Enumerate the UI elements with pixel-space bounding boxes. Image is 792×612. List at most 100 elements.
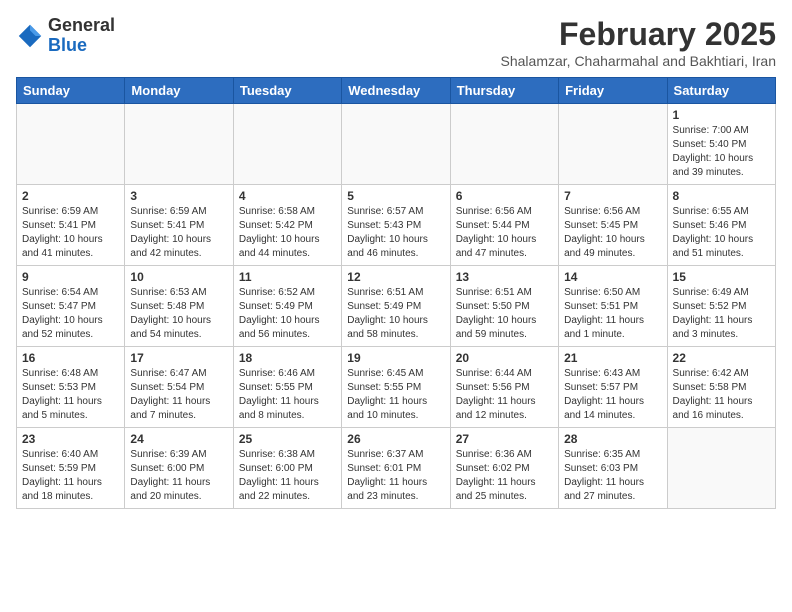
calendar-cell: 18Sunrise: 6:46 AM Sunset: 5:55 PM Dayli… xyxy=(233,347,341,428)
day-info: Sunrise: 6:43 AM Sunset: 5:57 PM Dayligh… xyxy=(564,367,661,423)
calendar-week-row: 1 Sunrise: 7:00 AM Sunset: 5:40 PM Daylig… xyxy=(17,104,776,185)
calendar-cell: 4 Sunrise: 6:58 AM Sunset: 5:42 PM Daylig… xyxy=(233,185,341,266)
page-title: February 2025 xyxy=(501,16,776,53)
calendar-week-row: 2 Sunrise: 6:59 AM Sunset: 5:41 PM Daylig… xyxy=(17,185,776,266)
calendar-week-row: 9 Sunrise: 6:54 AM Sunset: 5:47 PM Daylig… xyxy=(17,266,776,347)
day-number: 26 xyxy=(347,432,444,446)
weekday-header-wednesday: Wednesday xyxy=(342,78,450,104)
calendar-cell: 19 Sunrise: 6:45 AM Sunset: 5:55 PM Dayli… xyxy=(342,347,450,428)
calendar-cell: 23 Sunrise: 6:40 AM Sunset: 5:59 PM Dayli… xyxy=(17,428,125,509)
day-info: Sunrise: 6:51 AM Sunset: 5:50 PM Dayligh… xyxy=(456,286,553,342)
calendar-cell: 5 Sunrise: 6:57 AM Sunset: 5:43 PM Daylig… xyxy=(342,185,450,266)
day-info: Sunrise: 6:42 AM Sunset: 5:58 PM Dayligh… xyxy=(673,367,770,423)
day-number: 27 xyxy=(456,432,553,446)
calendar-week-row: 23 Sunrise: 6:40 AM Sunset: 5:59 PM Dayli… xyxy=(17,428,776,509)
calendar-cell xyxy=(450,104,558,185)
day-info: Sunrise: 6:45 AM Sunset: 5:55 PM Dayligh… xyxy=(347,367,444,423)
calendar-cell: 13 Sunrise: 6:51 AM Sunset: 5:50 PM Dayli… xyxy=(450,266,558,347)
day-info: Sunrise: 6:39 AM Sunset: 6:00 PM Dayligh… xyxy=(130,448,227,504)
logo-icon xyxy=(16,22,44,50)
day-info: Sunrise: 6:49 AM Sunset: 5:52 PM Dayligh… xyxy=(673,286,770,342)
calendar-cell: 17Sunrise: 6:47 AM Sunset: 5:54 PM Dayli… xyxy=(125,347,233,428)
day-number: 14 xyxy=(564,270,661,284)
title-block: February 2025 Shalamzar, Chaharmahal and… xyxy=(501,16,776,69)
calendar-cell: 1 Sunrise: 7:00 AM Sunset: 5:40 PM Daylig… xyxy=(667,104,775,185)
day-number: 22 xyxy=(673,351,770,365)
day-number: 3 xyxy=(130,189,227,203)
day-info: Sunrise: 6:44 AM Sunset: 5:56 PM Dayligh… xyxy=(456,367,553,423)
day-number: 12 xyxy=(347,270,444,284)
calendar-cell: 2 Sunrise: 6:59 AM Sunset: 5:41 PM Daylig… xyxy=(17,185,125,266)
day-info: Sunrise: 6:56 AM Sunset: 5:45 PM Dayligh… xyxy=(564,205,661,261)
calendar-cell xyxy=(667,428,775,509)
day-number: 2 xyxy=(22,189,119,203)
day-info: Sunrise: 6:56 AM Sunset: 5:44 PM Dayligh… xyxy=(456,205,553,261)
calendar-cell: 3 Sunrise: 6:59 AM Sunset: 5:41 PM Daylig… xyxy=(125,185,233,266)
calendar-cell xyxy=(17,104,125,185)
day-number: 8 xyxy=(673,189,770,203)
calendar-cell: 16 Sunrise: 6:48 AM Sunset: 5:53 PM Dayli… xyxy=(17,347,125,428)
day-number: 21 xyxy=(564,351,661,365)
calendar-cell: 8 Sunrise: 6:55 AM Sunset: 5:46 PM Daylig… xyxy=(667,185,775,266)
calendar-cell: 28 Sunrise: 6:35 AM Sunset: 6:03 PM Dayli… xyxy=(559,428,667,509)
calendar-cell xyxy=(559,104,667,185)
day-info: Sunrise: 7:00 AM Sunset: 5:40 PM Dayligh… xyxy=(673,124,770,180)
day-info: Sunrise: 6:35 AM Sunset: 6:03 PM Dayligh… xyxy=(564,448,661,504)
day-number: 28 xyxy=(564,432,661,446)
logo: General Blue xyxy=(16,16,115,56)
day-number: 24 xyxy=(130,432,227,446)
day-number: 10 xyxy=(130,270,227,284)
calendar-cell: 24 Sunrise: 6:39 AM Sunset: 6:00 PM Dayli… xyxy=(125,428,233,509)
day-info: Sunrise: 6:59 AM Sunset: 5:41 PM Dayligh… xyxy=(130,205,227,261)
day-number: 7 xyxy=(564,189,661,203)
calendar-cell: 12 Sunrise: 6:51 AM Sunset: 5:49 PM Dayli… xyxy=(342,266,450,347)
calendar-week-row: 16 Sunrise: 6:48 AM Sunset: 5:53 PM Dayli… xyxy=(17,347,776,428)
day-info: Sunrise: 6:40 AM Sunset: 5:59 PM Dayligh… xyxy=(22,448,119,504)
calendar-cell: 21 Sunrise: 6:43 AM Sunset: 5:57 PM Dayli… xyxy=(559,347,667,428)
calendar-cell: 25Sunrise: 6:38 AM Sunset: 6:00 PM Dayli… xyxy=(233,428,341,509)
day-number: 11 xyxy=(239,270,336,284)
day-number: 9 xyxy=(22,270,119,284)
calendar-cell: 11 Sunrise: 6:52 AM Sunset: 5:49 PM Dayli… xyxy=(233,266,341,347)
day-info: Sunrise: 6:57 AM Sunset: 5:43 PM Dayligh… xyxy=(347,205,444,261)
calendar-cell xyxy=(125,104,233,185)
day-number: 13 xyxy=(456,270,553,284)
calendar-cell: 22 Sunrise: 6:42 AM Sunset: 5:58 PM Dayli… xyxy=(667,347,775,428)
day-info: Sunrise: 6:50 AM Sunset: 5:51 PM Dayligh… xyxy=(564,286,661,342)
calendar-cell: 26Sunrise: 6:37 AM Sunset: 6:01 PM Dayli… xyxy=(342,428,450,509)
day-info: Sunrise: 6:59 AM Sunset: 5:41 PM Dayligh… xyxy=(22,205,119,261)
calendar-cell: 20Sunrise: 6:44 AM Sunset: 5:56 PM Dayli… xyxy=(450,347,558,428)
day-info: Sunrise: 6:38 AM Sunset: 6:00 PM Dayligh… xyxy=(239,448,336,504)
day-number: 15 xyxy=(673,270,770,284)
day-number: 5 xyxy=(347,189,444,203)
weekday-header-sunday: Sunday xyxy=(17,78,125,104)
calendar-cell xyxy=(342,104,450,185)
day-number: 4 xyxy=(239,189,336,203)
day-info: Sunrise: 6:52 AM Sunset: 5:49 PM Dayligh… xyxy=(239,286,336,342)
weekday-header-saturday: Saturday xyxy=(667,78,775,104)
weekday-header-thursday: Thursday xyxy=(450,78,558,104)
logo-text: General Blue xyxy=(48,16,115,56)
day-number: 16 xyxy=(22,351,119,365)
calendar-cell: 6 Sunrise: 6:56 AM Sunset: 5:44 PM Daylig… xyxy=(450,185,558,266)
day-info: Sunrise: 6:58 AM Sunset: 5:42 PM Dayligh… xyxy=(239,205,336,261)
day-info: Sunrise: 6:46 AM Sunset: 5:55 PM Dayligh… xyxy=(239,367,336,423)
calendar-cell: 9 Sunrise: 6:54 AM Sunset: 5:47 PM Daylig… xyxy=(17,266,125,347)
calendar-cell: 15 Sunrise: 6:49 AM Sunset: 5:52 PM Dayli… xyxy=(667,266,775,347)
day-info: Sunrise: 6:48 AM Sunset: 5:53 PM Dayligh… xyxy=(22,367,119,423)
calendar-cell xyxy=(233,104,341,185)
weekday-header-friday: Friday xyxy=(559,78,667,104)
weekday-header-row: SundayMondayTuesdayWednesdayThursdayFrid… xyxy=(17,78,776,104)
day-number: 6 xyxy=(456,189,553,203)
day-number: 23 xyxy=(22,432,119,446)
page-header: General Blue February 2025 Shalamzar, Ch… xyxy=(16,16,776,69)
day-info: Sunrise: 6:54 AM Sunset: 5:47 PM Dayligh… xyxy=(22,286,119,342)
calendar-cell: 10Sunrise: 6:53 AM Sunset: 5:48 PM Dayli… xyxy=(125,266,233,347)
calendar-cell: 27Sunrise: 6:36 AM Sunset: 6:02 PM Dayli… xyxy=(450,428,558,509)
day-info: Sunrise: 6:47 AM Sunset: 5:54 PM Dayligh… xyxy=(130,367,227,423)
day-info: Sunrise: 6:51 AM Sunset: 5:49 PM Dayligh… xyxy=(347,286,444,342)
weekday-header-tuesday: Tuesday xyxy=(233,78,341,104)
day-number: 1 xyxy=(673,108,770,122)
day-info: Sunrise: 6:55 AM Sunset: 5:46 PM Dayligh… xyxy=(673,205,770,261)
day-number: 19 xyxy=(347,351,444,365)
